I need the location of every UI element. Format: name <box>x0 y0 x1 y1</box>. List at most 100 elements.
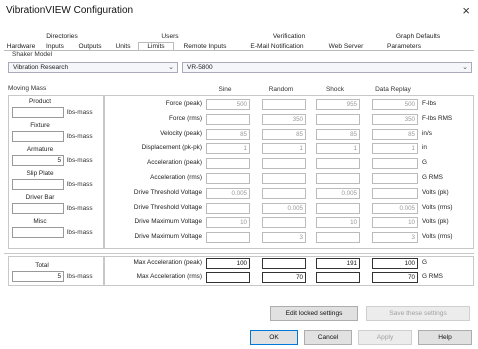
mass-field-armature[interactable]: 5 <box>12 155 64 166</box>
limit-field-random[interactable] <box>262 158 306 170</box>
limit-field-shock[interactable] <box>316 272 360 283</box>
row-unit: G <box>422 259 427 266</box>
row-label: Force (rms) <box>168 114 202 122</box>
limit-field-data-replay[interactable]: 100 <box>372 258 418 269</box>
limit-field-random[interactable] <box>262 173 306 184</box>
mass-unit-driver-bar: lbs-mass <box>67 205 93 212</box>
limit-field-shock[interactable]: 191 <box>316 258 360 269</box>
row-unit: F-lbs <box>422 100 437 107</box>
row-unit: Volts (rms) <box>422 203 453 211</box>
limit-field-data-replay[interactable]: 500 <box>372 99 418 110</box>
title-bar: VibrationVIEW Configuration × <box>0 0 478 22</box>
limit-field-random[interactable] <box>262 187 306 199</box>
model-value: VR-5800 <box>187 64 213 71</box>
mass-label-slip-plate: Slip Plate <box>26 170 54 177</box>
edit-locked-settings-button[interactable]: Edit locked settings <box>270 306 358 321</box>
tab-hardware[interactable]: Hardware <box>4 43 38 50</box>
apply-button[interactable]: Apply <box>358 330 412 345</box>
col-head-sine: Sine <box>218 86 232 93</box>
ok-button[interactable]: OK <box>250 330 298 345</box>
manufacturer-select[interactable]: Vibration Research ⌄ <box>8 62 178 73</box>
window-title: VibrationVIEW Configuration <box>6 5 134 16</box>
limit-field-sine[interactable]: 500 <box>206 99 250 110</box>
total-mass-unit: lbs-mass <box>67 273 93 280</box>
limit-field-data-replay[interactable]: 3 <box>372 232 418 244</box>
limit-field-shock[interactable]: 85 <box>316 128 360 140</box>
mass-field-misc[interactable] <box>12 227 64 238</box>
limit-field-data-replay[interactable]: 70 <box>372 272 418 283</box>
limit-field-data-replay[interactable] <box>372 173 418 184</box>
limit-field-sine[interactable]: 10 <box>206 217 250 229</box>
limit-field-sine[interactable]: 0.005 <box>206 187 250 199</box>
row-label: Drive Threshold Voltage <box>133 188 202 196</box>
tab-inputs[interactable]: Inputs <box>38 43 72 50</box>
limit-field-sine[interactable]: 85 <box>206 128 250 140</box>
limit-field-sine[interactable] <box>206 158 250 170</box>
row-unit: Volts (pk) <box>422 218 449 226</box>
row-label: Max Acceleration (rms) <box>136 273 202 280</box>
limit-field-data-replay[interactable] <box>372 158 418 170</box>
mass-field-driver-bar[interactable] <box>12 203 64 214</box>
mass-label-armature: Armature <box>26 146 54 153</box>
save-settings-button[interactable]: Save these settings <box>366 306 470 321</box>
row-label: Velocity (peak) <box>160 129 202 137</box>
limit-field-random[interactable]: 350 <box>262 113 306 125</box>
mass-field-fixture[interactable] <box>12 131 64 142</box>
limit-field-data-replay[interactable]: 350 <box>372 113 418 125</box>
limit-field-data-replay[interactable]: 1 <box>372 143 418 155</box>
chevron-down-icon: ⌄ <box>462 64 468 71</box>
row-unit: G RMS <box>422 174 443 181</box>
tab-parameters[interactable]: Parameters <box>374 43 434 50</box>
limit-field-data-replay[interactable]: 0.005 <box>372 202 418 214</box>
help-button[interactable]: Help <box>418 330 472 345</box>
limit-field-random[interactable]: 0.005 <box>262 202 306 214</box>
tab-units[interactable]: Units <box>108 43 138 50</box>
tab-remote-inputs[interactable]: Remote Inputs <box>174 43 236 50</box>
limit-field-sine[interactable] <box>206 113 250 125</box>
limit-field-random[interactable]: 70 <box>262 272 306 283</box>
limit-field-random[interactable] <box>262 258 306 269</box>
limit-field-shock[interactable] <box>316 173 360 184</box>
limit-field-data-replay[interactable] <box>372 187 418 199</box>
limit-field-shock[interactable]: 10 <box>316 217 360 229</box>
row-label: Drive Threshold Voltage <box>133 203 202 211</box>
row-label: Acceleration (rms) <box>150 174 202 181</box>
limit-field-sine[interactable] <box>206 202 250 214</box>
limit-field-shock[interactable]: 1 <box>316 143 360 155</box>
row-label: Displacement (pk-pk) <box>141 144 202 152</box>
limit-field-shock[interactable] <box>316 158 360 170</box>
row-label: Drive Maximum Voltage <box>134 218 202 226</box>
limit-field-sine[interactable] <box>206 272 250 283</box>
limit-field-shock[interactable] <box>316 113 360 125</box>
limit-field-sine[interactable]: 1 <box>206 143 250 155</box>
mass-label-driver-bar: Driver Bar <box>25 194 55 201</box>
limit-field-data-replay[interactable]: 10 <box>372 217 418 229</box>
limit-field-shock[interactable] <box>316 232 360 244</box>
model-select[interactable]: VR-5800 ⌄ <box>182 62 472 73</box>
limit-field-data-replay[interactable]: 85 <box>372 128 418 140</box>
limit-field-shock[interactable] <box>316 202 360 214</box>
mass-field-product[interactable] <box>12 107 64 118</box>
tab-email-notification[interactable]: E-Mail Notification <box>236 43 318 50</box>
limit-field-random[interactable]: 1 <box>262 143 306 155</box>
limit-field-shock[interactable]: 955 <box>316 99 360 110</box>
mass-field-slip-plate[interactable] <box>12 179 64 190</box>
limit-field-random[interactable]: 3 <box>262 232 306 244</box>
mass-unit-armature: lbs-mass <box>67 157 93 164</box>
cancel-button[interactable]: Cancel <box>304 330 352 345</box>
limit-field-sine[interactable] <box>206 173 250 184</box>
close-icon[interactable]: × <box>462 3 470 18</box>
limit-field-random[interactable]: 85 <box>262 128 306 140</box>
tab-outputs[interactable]: Outputs <box>72 43 108 50</box>
row-unit: G <box>422 159 427 167</box>
row-label: Acceleration (peak) <box>146 159 202 167</box>
tab-limits[interactable]: Limits <box>138 42 174 50</box>
limit-field-shock[interactable]: 0.005 <box>316 187 360 199</box>
limit-field-sine[interactable] <box>206 232 250 244</box>
limit-field-random[interactable] <box>262 217 306 229</box>
limit-field-random[interactable] <box>262 99 306 110</box>
limit-field-sine[interactable]: 100 <box>206 258 250 269</box>
col-head-random: Random <box>268 86 294 93</box>
tab-web-server[interactable]: Web Server <box>318 43 374 50</box>
mass-label-fixture: Fixture <box>30 122 50 129</box>
